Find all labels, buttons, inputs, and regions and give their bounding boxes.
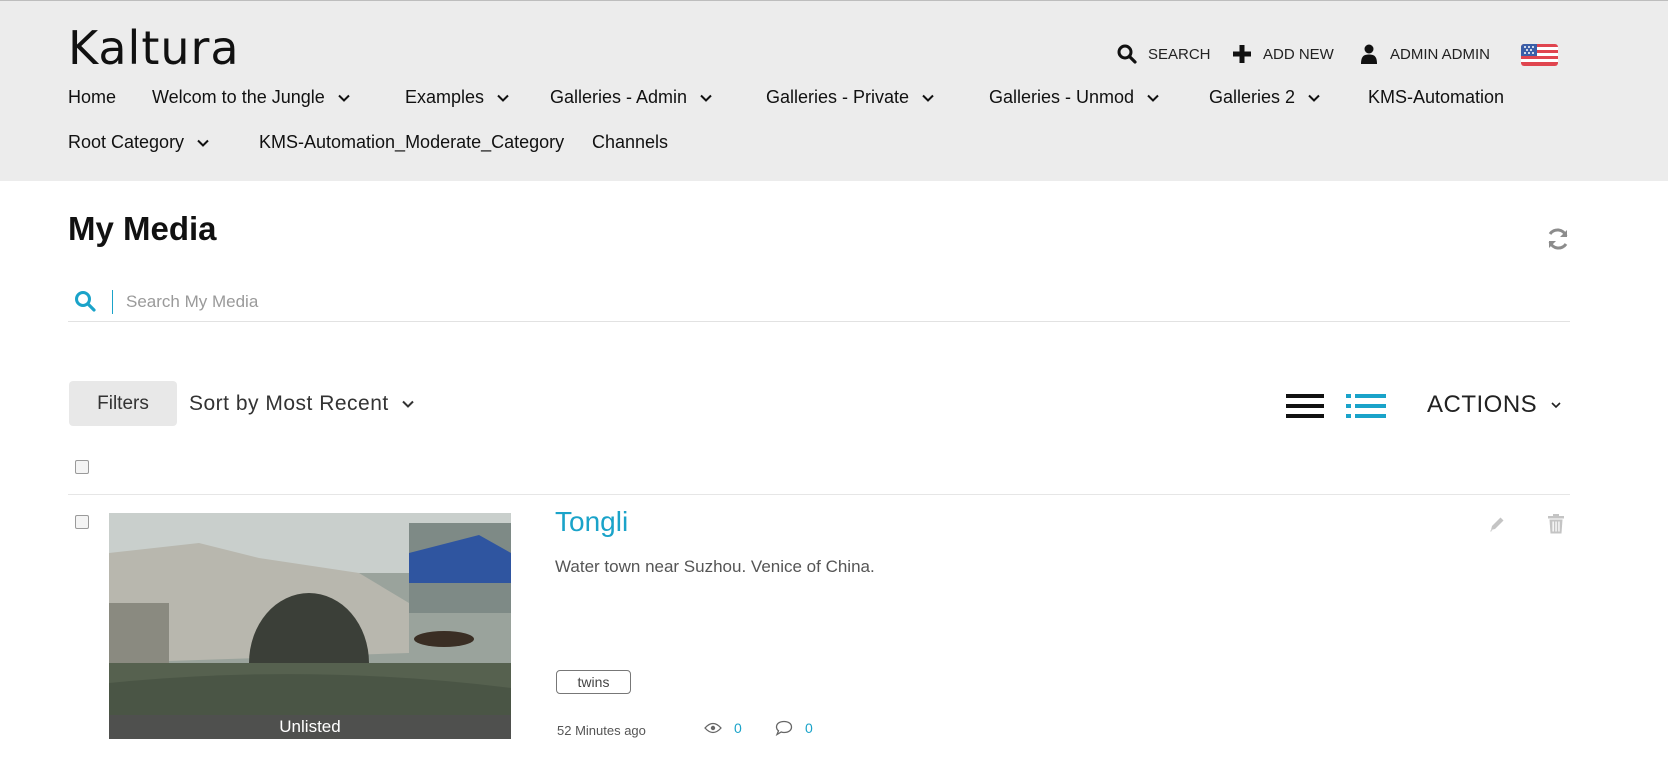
entry-tag[interactable]: twins <box>556 670 631 694</box>
entry-comments-count: 0 <box>805 720 813 736</box>
entry-checkbox[interactable] <box>75 515 89 529</box>
nav-item-root-category[interactable]: Root Category <box>68 132 210 153</box>
user-icon <box>1358 43 1380 65</box>
search-separator <box>112 290 113 314</box>
nav-item-label: Galleries 2 <box>1209 87 1296 107</box>
nav-item-label: Root Category <box>68 132 185 152</box>
search-icon <box>1116 43 1138 65</box>
chevron-down-icon <box>700 94 712 102</box>
filters-button[interactable]: Filters <box>69 381 177 426</box>
nav-item-label: Welcom to the Jungle <box>152 87 325 107</box>
chevron-down-icon <box>338 94 350 102</box>
site-logo[interactable]: Kaltura <box>68 21 240 75</box>
nav-item-welcom-to-the-jungle[interactable]: Welcom to the Jungle <box>152 87 351 108</box>
list-view-icon[interactable] <box>1286 393 1324 419</box>
header-search-label: SEARCH <box>1148 45 1211 63</box>
refresh-icon[interactable] <box>1545 226 1571 252</box>
entry-comments[interactable]: 0 <box>775 720 813 736</box>
nav-item-label: Home <box>68 87 117 107</box>
chevron-down-icon <box>197 139 209 147</box>
entry-views: 0 <box>704 720 742 736</box>
thumbnail-image <box>109 513 511 739</box>
search-icon[interactable] <box>74 290 96 312</box>
select-all-checkbox[interactable] <box>75 460 89 474</box>
trash-icon[interactable] <box>1548 514 1564 534</box>
chevron-down-icon <box>922 94 934 102</box>
chevron-down-icon <box>1551 402 1561 409</box>
nav-item-label: Galleries - Unmod <box>989 87 1135 107</box>
add-new-button[interactable]: ADD NEW <box>1231 41 1334 67</box>
entry-thumbnail[interactable]: Unlisted <box>109 513 511 739</box>
nav-item-galleries-unmod[interactable]: Galleries - Unmod <box>989 87 1160 108</box>
chevron-down-icon <box>1308 94 1320 102</box>
nav-item-galleries-2[interactable]: Galleries 2 <box>1209 87 1321 108</box>
my-media-search <box>68 286 1570 322</box>
search-input[interactable] <box>126 286 1526 318</box>
nav-item-label: Examples <box>405 87 485 107</box>
nav-item-galleries-private[interactable]: Galleries - Private <box>766 87 935 108</box>
nav-item-label: Channels <box>592 132 669 152</box>
site-header: Kaltura SEARCH ADD NEW ADMIN ADMIN Home … <box>0 0 1668 181</box>
entry-description: Water town near Suzhou. Venice of China. <box>555 557 875 576</box>
sort-label: Sort by Most Recent <box>189 392 389 415</box>
plus-icon <box>1231 43 1253 65</box>
nav-item-label: KMS-Automation <box>1368 87 1505 107</box>
sort-dropdown[interactable]: Sort by Most Recent <box>189 392 415 416</box>
eye-icon <box>704 722 722 734</box>
nav-item-label: Galleries - Private <box>766 87 910 107</box>
list-divider <box>68 494 1570 495</box>
entry-status-badge: Unlisted <box>109 715 511 739</box>
nav-item-galleries-admin[interactable]: Galleries - Admin <box>550 87 713 108</box>
add-new-label: ADD NEW <box>1263 45 1334 63</box>
us-flag-icon[interactable] <box>1521 44 1558 66</box>
nav-item-home[interactable]: Home <box>68 87 116 108</box>
page-title: My Media <box>68 210 217 247</box>
chevron-down-icon <box>1147 94 1159 102</box>
detailed-view-icon[interactable] <box>1346 393 1386 419</box>
user-menu-button[interactable]: ADMIN ADMIN <box>1358 41 1490 67</box>
pencil-icon[interactable] <box>1488 515 1506 533</box>
nav-item-label: KMS-Automation_Moderate_Category <box>259 132 565 152</box>
header-search-button[interactable]: SEARCH <box>1116 41 1211 67</box>
entry-timestamp: 52 Minutes ago <box>557 723 646 738</box>
user-name-label: ADMIN ADMIN <box>1390 45 1491 63</box>
nav-item-label: Galleries - Admin <box>550 87 688 107</box>
entry-title-link[interactable]: Tongli <box>555 506 628 538</box>
entry-views-count: 0 <box>734 720 742 736</box>
actions-label: ACTIONS <box>1427 391 1538 418</box>
nav-item-kms-automation-moderate-category[interactable]: KMS-Automation_Moderate_Category <box>259 132 564 153</box>
actions-dropdown[interactable]: ACTIONS <box>1427 391 1563 419</box>
nav-item-examples[interactable]: Examples <box>405 87 510 108</box>
comment-icon <box>775 720 793 736</box>
chevron-down-icon <box>402 400 414 408</box>
nav-item-channels[interactable]: Channels <box>592 132 668 153</box>
chevron-down-icon <box>497 94 509 102</box>
nav-item-kms-automation[interactable]: KMS-Automation <box>1368 87 1504 108</box>
